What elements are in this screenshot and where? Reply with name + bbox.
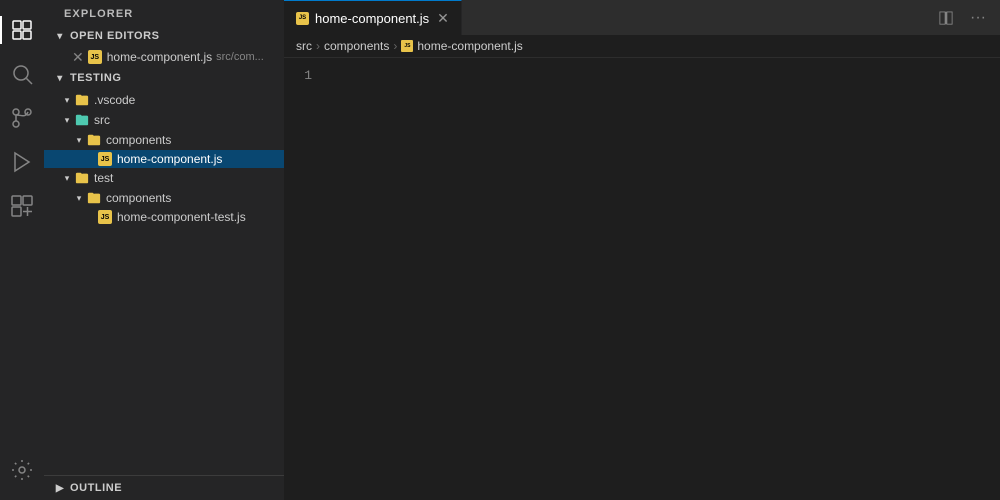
chevron-icon: ▾ [72,191,86,205]
outline-chevron: ▶ [52,480,68,496]
tree-item-test-components[interactable]: ▾ components [44,188,284,208]
open-editor-item[interactable]: ✕ JS home-component.js src/com... [44,48,284,66]
tree-item-components[interactable]: ▾ components [44,130,284,150]
breadcrumb-components-label: components [324,39,389,53]
tab-bar: JS home-component.js ✕ ··· [284,0,1000,35]
breadcrumb-file[interactable]: JS home-component.js [401,39,522,53]
folder-icon-components [86,132,102,148]
tab-file-icon: JS [296,12,309,25]
chevron-icon: ▾ [60,113,74,127]
open-editor-path: src/com... [216,51,264,63]
editor-tab-active[interactable]: JS home-component.js ✕ [284,0,462,35]
open-editors-label: OPEN EDITORS [70,30,160,42]
extensions-icon[interactable] [0,184,44,228]
debug-icon[interactable] [0,140,44,184]
explorer-icon[interactable] [0,8,44,52]
close-icon[interactable]: ✕ [72,50,84,64]
testing-label: TESTING [70,72,122,84]
folder-icon-test-components [86,190,102,206]
tree-item-home-component-test[interactable]: ▾ JS home-component-test.js [44,208,284,226]
search-icon[interactable] [0,52,44,96]
tab-filename: home-component.js [315,11,429,26]
more-actions-icon: ··· [970,9,986,27]
source-control-icon[interactable] [0,96,44,140]
activity-bar [0,0,44,500]
split-editor-button[interactable] [932,4,960,32]
breadcrumb-sep-1: › [316,39,320,53]
tab-actions: ··· [932,4,1000,32]
sidebar: EXPLORER ▾ OPEN EDITORS ✕ JS home-compon… [44,0,284,500]
tree-item-test[interactable]: ▾ test [44,168,284,188]
breadcrumb-file-icon: JS [401,40,413,52]
editor-content[interactable]: 1 [284,58,1000,500]
tab-close-button[interactable]: ✕ [437,11,449,25]
file-icon-js: JS [98,152,112,166]
tree-item-vscode[interactable]: ▾ .vscode [44,90,284,110]
tree-item-label: home-component-test.js [117,210,246,224]
tree-item-home-component[interactable]: ▾ JS home-component.js [44,150,284,168]
folder-icon-vscode [74,92,90,108]
tree-item-label: test [94,171,113,185]
outline-section: ▶ OUTLINE [44,475,284,500]
breadcrumb-file-label: home-component.js [417,39,522,53]
breadcrumb: src › components › JS home-component.js [284,35,1000,58]
outline-label: OUTLINE [70,482,122,494]
editor-area: JS home-component.js ✕ ··· src › compone… [284,0,1000,500]
chevron-icon: ▾ [72,133,86,147]
open-editors-header[interactable]: ▾ OPEN EDITORS [44,24,284,48]
outline-header[interactable]: ▶ OUTLINE [44,476,284,500]
open-editors-chevron: ▾ [52,28,68,44]
breadcrumb-src-label: src [296,39,312,53]
tree-item-src[interactable]: ▾ src [44,110,284,130]
line-numbers: 1 [284,58,324,500]
sidebar-title: EXPLORER [44,0,284,24]
tree-item-label: .vscode [94,93,135,107]
open-editor-filename: home-component.js [107,50,212,64]
breadcrumb-src[interactable]: src [296,39,312,53]
settings-icon[interactable] [0,448,44,492]
tree-item-label: components [106,133,171,147]
more-actions-button[interactable]: ··· [964,4,992,32]
tree-item-label: components [106,191,171,205]
file-icon-js: JS [98,210,112,224]
file-icon-js: JS [88,50,102,64]
breadcrumb-sep-2: › [393,39,397,53]
code-area[interactable] [324,58,1000,500]
testing-chevron: ▾ [52,70,68,86]
chevron-icon: ▾ [60,93,74,107]
folder-icon-test [74,170,90,186]
line-number-1: 1 [304,66,312,86]
chevron-icon: ▾ [60,171,74,185]
tree-item-label: src [94,113,110,127]
tree-item-label: home-component.js [117,152,222,166]
testing-header[interactable]: ▾ TESTING [44,66,284,90]
breadcrumb-components[interactable]: components [324,39,389,53]
folder-icon-src [74,112,90,128]
